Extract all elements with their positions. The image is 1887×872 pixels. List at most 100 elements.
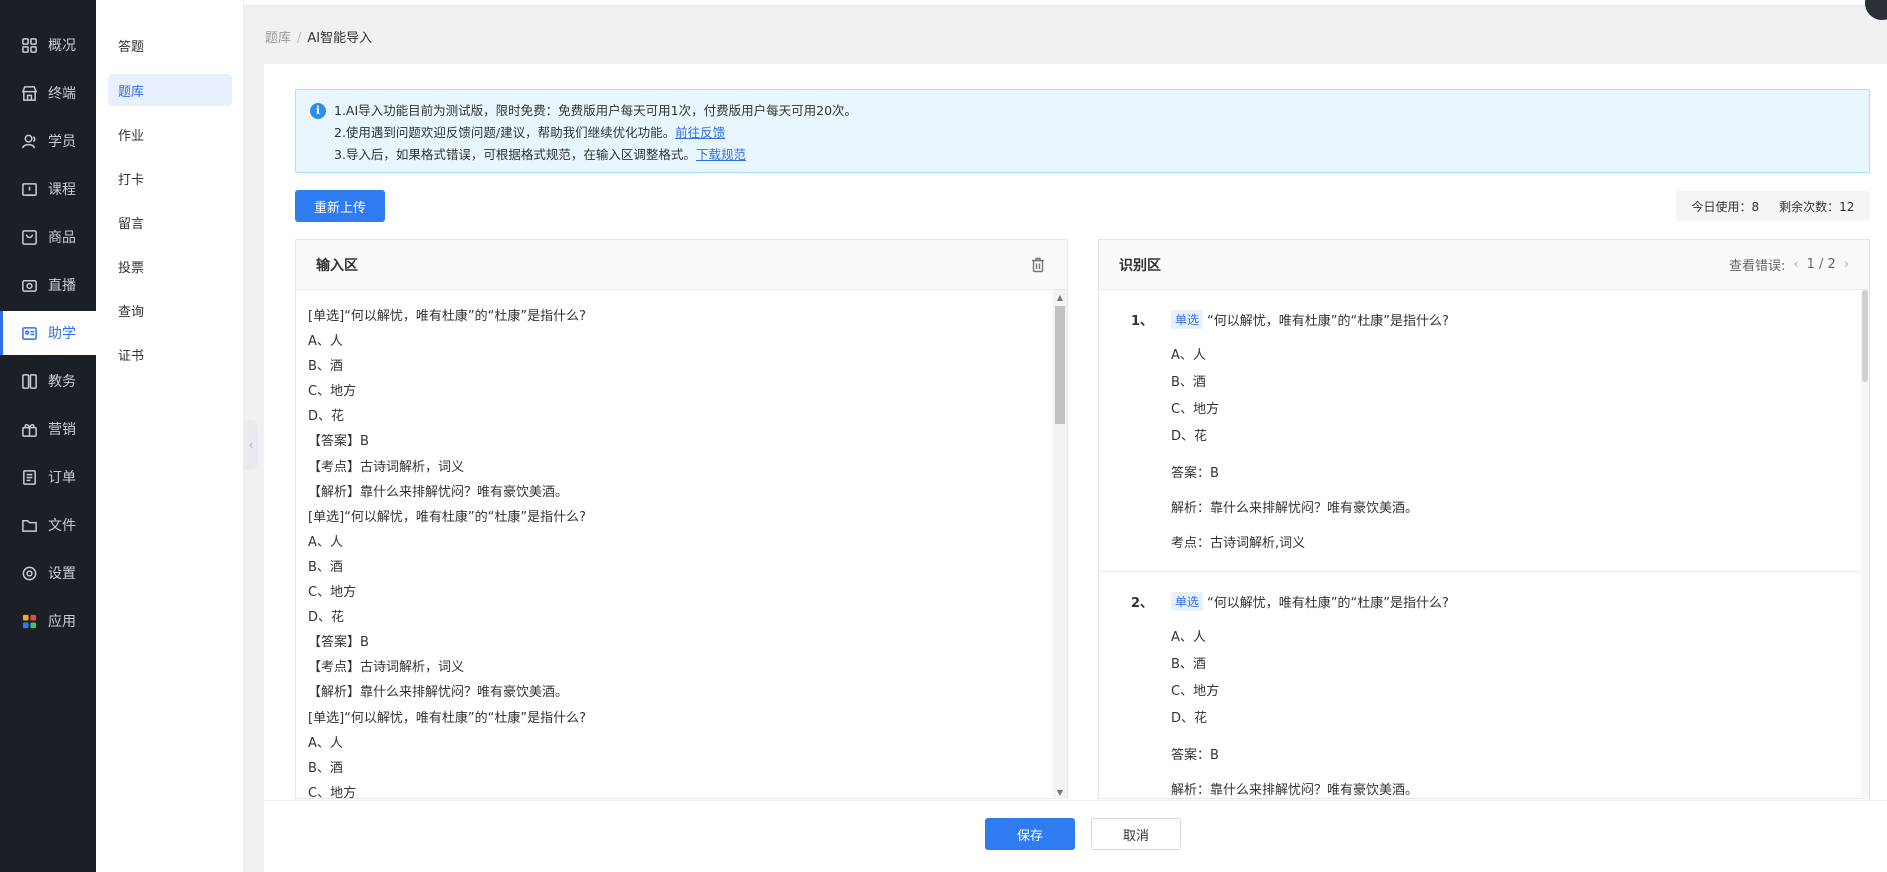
input-line: C、地方: [308, 384, 357, 400]
question-number: 1、: [1131, 313, 1154, 329]
nav-item-goods[interactable]: 商品: [0, 215, 96, 259]
question-option: A、人: [1171, 348, 1206, 363]
notice-line-2: 2.使用遇到问题欢迎反馈问题/建议，帮助我们继续优化功能。: [334, 125, 676, 140]
question-option: B、酒: [1171, 657, 1206, 672]
save-button[interactable]: 保存: [985, 818, 1075, 850]
sub-item-homework[interactable]: 作业: [108, 118, 232, 150]
usage-remaining: 剩余次数：12: [1779, 199, 1855, 214]
usage-today: 今日使用：8: [1691, 199, 1760, 214]
nav-item-label: 终端: [48, 86, 76, 102]
nav-item-students[interactable]: 学员: [0, 119, 96, 163]
notice-banner: i 1.AI导入功能目前为测试版，限时免费：免费版用户每天可用1次，付费版用户每天…: [295, 89, 1870, 173]
input-line: C、地方: [308, 785, 357, 799]
recognized-question: 1、 单选 “何以解忧，唯有杜康”的“杜康”是指什么? A、人 B、酒 C、地方 D、花 答案…: [1099, 290, 1869, 572]
breadcrumb-separator: /: [297, 31, 302, 46]
nav-item-courses[interactable]: 课程: [0, 167, 96, 211]
folder-icon: [20, 516, 38, 534]
study-icon: [20, 324, 38, 342]
scroll-thumb[interactable]: [1862, 290, 1868, 382]
question-text: “何以解忧，唯有杜康”的“杜康”是指什么?: [1207, 313, 1449, 329]
apps-icon: [20, 612, 38, 630]
user-icon: [20, 132, 38, 150]
nav-item-label: 设置: [48, 566, 76, 582]
nav-item-label: 概况: [48, 38, 76, 54]
recognized-question: 2、 单选 “何以解忧，唯有杜康”的“杜康”是指什么? A、人 B、酒 C、地方 D、花 答案…: [1099, 572, 1869, 799]
cancel-button[interactable]: 取消: [1091, 818, 1181, 850]
chevron-right-icon[interactable]: ›: [1844, 257, 1849, 272]
input-line: 【答案】B: [308, 635, 369, 651]
nav-item-label: 直播: [48, 278, 76, 294]
question-answer: 答案：B: [1171, 466, 1219, 481]
question-type-badge: 单选: [1171, 309, 1204, 329]
notice-line-1: 1.AI导入功能目前为测试版，限时免费：免费版用户每天可用1次，付费版用户每天可…: [334, 103, 858, 118]
grid-icon: [20, 36, 38, 54]
reupload-button[interactable]: 重新上传: [295, 190, 385, 222]
question-option: C、地方: [1171, 402, 1220, 417]
input-scrollbar[interactable]: ▲ ▼: [1053, 290, 1067, 799]
scroll-up-icon[interactable]: ▲: [1053, 290, 1067, 304]
book-icon: [20, 372, 38, 390]
scroll-down-icon[interactable]: ▼: [1053, 785, 1067, 799]
input-line: C、地方: [308, 585, 357, 601]
usage-stats: 今日使用：8 剩余次数：12: [1676, 191, 1870, 221]
nav-item-label: 商品: [48, 230, 76, 246]
recognition-list: 1、 单选 “何以解忧，唯有杜康”的“杜康”是指什么? A、人 B、酒 C、地方 D、花 答案…: [1099, 290, 1869, 799]
scroll-thumb[interactable]: [1055, 306, 1065, 424]
input-line: 【解析】靠什么来排解忧闷？唯有豪饮美酒。: [308, 484, 569, 500]
sub-item-certificate[interactable]: 证书: [108, 338, 232, 370]
input-line: D、花: [308, 409, 345, 425]
sub-item-vote[interactable]: 投票: [108, 250, 232, 282]
sub-item-answer[interactable]: 答题: [108, 29, 232, 61]
nav-item-terminal[interactable]: 终端: [0, 71, 96, 115]
recognition-scrollbar[interactable]: [1861, 290, 1869, 799]
recognition-panel: 识别区 查看错误: ‹ 1 / 2 › 1、 单选 “何以解忧，唯有杜康”的“杜康”…: [1098, 239, 1870, 799]
question-option: C、地方: [1171, 684, 1220, 699]
question-text: “何以解忧，唯有杜康”的“杜康”是指什么?: [1207, 595, 1449, 611]
live-icon: [20, 276, 38, 294]
question-option: B、酒: [1171, 375, 1206, 390]
info-icon: i: [310, 103, 326, 119]
input-line: 【考点】古诗词解析，词义: [308, 660, 465, 676]
input-line: A、人: [308, 534, 343, 550]
trash-icon[interactable]: [1029, 256, 1047, 274]
chevron-left-icon[interactable]: ‹: [1793, 257, 1798, 272]
nav-item-orders[interactable]: 订单: [0, 455, 96, 499]
input-panel: 输入区 [单选]“何以解忧，唯有杜康”的“杜康”是指什么? A、人 B、酒 C、地方 D…: [295, 239, 1068, 799]
error-label: 查看错误:: [1729, 259, 1786, 274]
feedback-link[interactable]: 前往反馈: [675, 122, 725, 144]
collapse-sidebar-button[interactable]: ‹: [244, 420, 258, 470]
nav-item-live[interactable]: 直播: [0, 263, 96, 307]
nav-item-academic[interactable]: 教务: [0, 359, 96, 403]
question-option: D、花: [1171, 711, 1208, 726]
breadcrumb-parent[interactable]: 题库: [265, 31, 291, 46]
input-textarea[interactable]: [单选]“何以解忧，唯有杜康”的“杜康”是指什么? A、人 B、酒 C、地方 D、花 【答…: [296, 290, 1067, 799]
download-spec-link[interactable]: 下载规范: [696, 144, 746, 166]
sub-item-question-bank[interactable]: 题库: [108, 74, 232, 106]
store-icon: [20, 84, 38, 102]
nav-item-apps[interactable]: 应用: [0, 599, 96, 643]
course-icon: [20, 180, 38, 198]
input-line: D、花: [308, 610, 345, 626]
nav-item-label: 营销: [48, 422, 76, 438]
main-nav: 概况 终端 学员 课程 商品 直播 助学 教务 营销 订单 文件 设置 应用: [0, 0, 96, 872]
input-panel-title: 输入区: [316, 257, 358, 274]
gear-icon: [20, 564, 38, 582]
sub-item-messages[interactable]: 留言: [108, 206, 232, 238]
sub-nav: 答题 题库 作业 打卡 留言 投票 查询 证书: [96, 0, 244, 872]
question-analysis: 解析：靠什么来排解忧闷？唯有豪饮美酒。: [1171, 783, 1419, 798]
nav-item-overview[interactable]: 概况: [0, 23, 96, 67]
nav-item-marketing[interactable]: 营销: [0, 407, 96, 451]
nav-item-label: 订单: [48, 470, 76, 486]
nav-item-label: 学员: [48, 134, 76, 150]
sub-item-checkin[interactable]: 打卡: [108, 162, 232, 194]
nav-item-study[interactable]: 助学: [0, 311, 96, 355]
nav-item-label: 应用: [48, 614, 76, 630]
nav-item-files[interactable]: 文件: [0, 503, 96, 547]
goods-icon: [20, 228, 38, 246]
question-type-badge: 单选: [1171, 591, 1204, 611]
nav-item-settings[interactable]: 设置: [0, 551, 96, 595]
avatar[interactable]: [1865, 0, 1887, 20]
question-number: 2、: [1131, 595, 1154, 611]
sub-item-query[interactable]: 查询: [108, 294, 232, 326]
input-line: A、人: [308, 735, 343, 751]
